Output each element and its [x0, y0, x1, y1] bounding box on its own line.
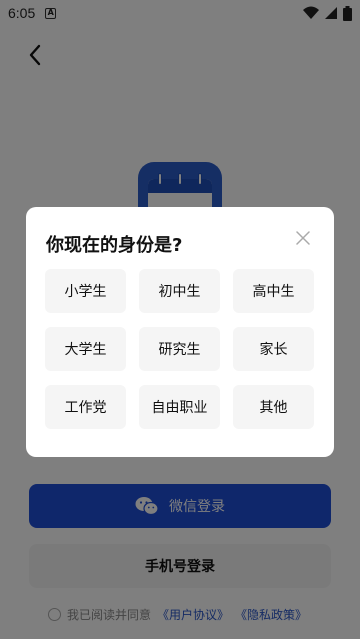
option-freelancer[interactable]: 自由职业 [139, 385, 220, 429]
close-icon [296, 231, 310, 245]
option-other[interactable]: 其他 [233, 385, 314, 429]
option-middle-school[interactable]: 初中生 [139, 269, 220, 313]
option-primary-school[interactable]: 小学生 [45, 269, 126, 313]
identity-dialog: 你现在的身份是? 小学生 初中生 高中生 大学生 研究生 家长 工作党 自由职业… [26, 207, 334, 457]
option-parent[interactable]: 家长 [233, 327, 314, 371]
options-grid: 小学生 初中生 高中生 大学生 研究生 家长 工作党 自由职业 其他 [45, 269, 314, 429]
dialog-title: 你现在的身份是? [46, 235, 183, 256]
close-button[interactable] [292, 227, 314, 249]
option-graduate[interactable]: 研究生 [139, 327, 220, 371]
option-worker[interactable]: 工作党 [45, 385, 126, 429]
option-high-school[interactable]: 高中生 [233, 269, 314, 313]
option-university[interactable]: 大学生 [45, 327, 126, 371]
